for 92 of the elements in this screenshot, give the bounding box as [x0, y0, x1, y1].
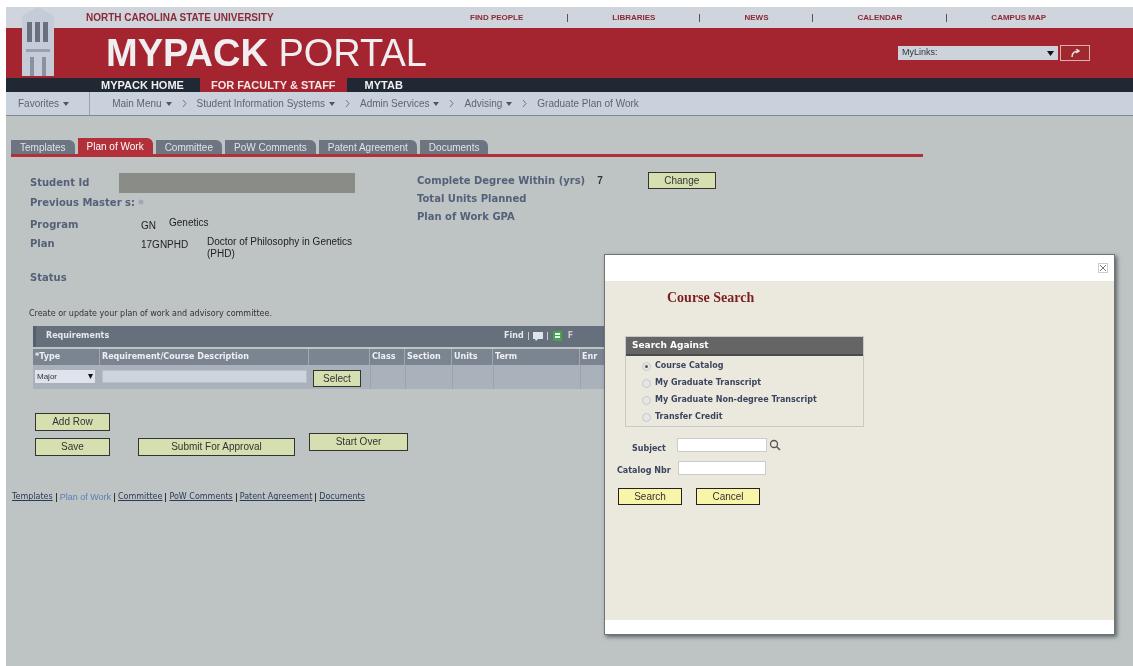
subject-input[interactable] [677, 438, 767, 452]
field-label: Plan [30, 236, 56, 251]
nav-tab[interactable]: FOR FACULTY & STAFF [199, 78, 347, 92]
catalog-number-input[interactable] [678, 461, 766, 475]
caret-icon [165, 101, 172, 106]
dialog-button[interactable]: Search [618, 488, 682, 505]
dialog-button[interactable]: Cancel [696, 488, 760, 505]
action-button[interactable]: Submit For Approval [138, 437, 295, 456]
description-input[interactable] [102, 370, 307, 383]
field-label: Student Id [30, 176, 90, 190]
breadcrumb-link[interactable]: Graduate Plan of Work [537, 96, 639, 111]
column-header: Class [370, 348, 405, 365]
type-select[interactable]: Major [35, 370, 95, 383]
mylinks-select[interactable]: MyLinks: [898, 46, 1058, 60]
caret-icon [506, 101, 513, 106]
portal-title: MYPACK PORTAL [106, 34, 428, 72]
bottom-link[interactable]: Templates [12, 491, 53, 504]
breadcrumb-link[interactable]: Admin Services [360, 96, 440, 111]
tab[interactable]: Templates [11, 140, 75, 154]
field-label: Catalog Nbr [617, 465, 671, 477]
column-header: Section [405, 348, 452, 365]
breadcrumb-link[interactable]: Student Information Systems [196, 96, 335, 111]
go-button[interactable] [1060, 45, 1090, 61]
field-value: 7 [597, 173, 603, 188]
field-label: Complete Degree Within (yrs) [417, 173, 586, 188]
option-label: Transfer Credit [655, 411, 723, 423]
chevron-icon [181, 100, 187, 107]
field-label: Previous Master s: [30, 196, 135, 210]
grid-link[interactable]: F [567, 330, 574, 342]
code-value: 17GNPHD [141, 238, 189, 250]
code-value: GN [141, 220, 156, 231]
bottom-link[interactable]: PoW Comments [169, 491, 233, 504]
close-button[interactable] [1098, 263, 1108, 273]
radio-button[interactable] [642, 395, 651, 405]
chevron-icon [522, 100, 528, 107]
radio-button[interactable] [642, 378, 651, 388]
university-name: NORTH CAROLINA STATE UNIVERSITY [86, 11, 275, 25]
column-header: Units [452, 348, 493, 365]
bottom-link[interactable]: Committee [118, 491, 163, 504]
radio-button[interactable] [642, 412, 651, 422]
field-label: Subject [632, 443, 666, 455]
field-label: Plan of Work GPA [417, 209, 515, 224]
curved-arrow-icon [1070, 49, 1080, 57]
spreadsheet-icon [551, 331, 562, 341]
tab[interactable]: Plan of Work [77, 138, 153, 154]
breadcrumb-link[interactable]: Advising [464, 96, 513, 111]
bottom-link[interactable]: Patent Agreement [239, 491, 313, 504]
column-header: *Type [33, 348, 100, 365]
chevron-icon [345, 100, 350, 107]
caret-icon [329, 101, 335, 106]
option-label: My Graduate Non-degree Transcript [655, 394, 817, 406]
breadcrumb-link[interactable]: Favorites [18, 96, 70, 111]
option-label: Course Catalog [655, 360, 724, 372]
chevron-icon [449, 100, 455, 107]
field-label: Program [30, 218, 80, 232]
tab[interactable]: PoW Comments [225, 140, 316, 154]
caret-icon [88, 374, 93, 379]
select-button[interactable]: Select [313, 369, 361, 387]
search-icon[interactable] [769, 439, 781, 451]
action-button[interactable]: Start Over [309, 432, 408, 451]
field-value: Doctor of Philosophy in Genetics (PHD) [207, 235, 354, 260]
tab[interactable]: Documents [419, 140, 489, 154]
help-icon[interactable] [138, 199, 144, 205]
column-header: Term [493, 348, 580, 365]
grid-title: Requirements [46, 330, 111, 342]
option-label: My Graduate Transcript [655, 377, 762, 389]
action-button[interactable]: Save [35, 437, 110, 456]
panel-title: Search Against [626, 337, 863, 356]
top-link[interactable]: LIBRARIES [612, 11, 656, 24]
breadcrumb-link[interactable]: Main Menu [112, 96, 172, 111]
tab[interactable]: Committee [155, 140, 222, 154]
bottom-link[interactable]: Documents [319, 491, 365, 504]
top-link[interactable]: FIND PEOPLE [470, 11, 524, 24]
caret-icon [433, 101, 440, 106]
top-link[interactable]: NEWS [744, 11, 769, 24]
field-label: Status [30, 270, 67, 285]
radio-button[interactable] [642, 361, 651, 371]
close-icon [1100, 265, 1106, 271]
dropdown-caret-icon [1047, 50, 1054, 56]
find-link[interactable]: Find [504, 330, 524, 342]
top-link[interactable]: CAMPUS MAP [991, 11, 1047, 24]
action-button[interactable]: Add Row [35, 412, 110, 431]
field-label: Total Units Planned [417, 191, 527, 206]
top-link[interactable]: CALENDAR [857, 11, 903, 24]
chat-icon [532, 331, 543, 341]
field-value: Genetics [169, 217, 210, 229]
tab[interactable]: Patent Agreement [318, 140, 417, 154]
change-button[interactable]: Change [647, 171, 716, 189]
dialog-title: Course Search [667, 289, 755, 307]
instructions-text: Create or update your plan of work and advisory committee. [29, 307, 273, 320]
caret-icon [63, 101, 70, 106]
column-header: Requirement/Course Description [100, 348, 309, 365]
